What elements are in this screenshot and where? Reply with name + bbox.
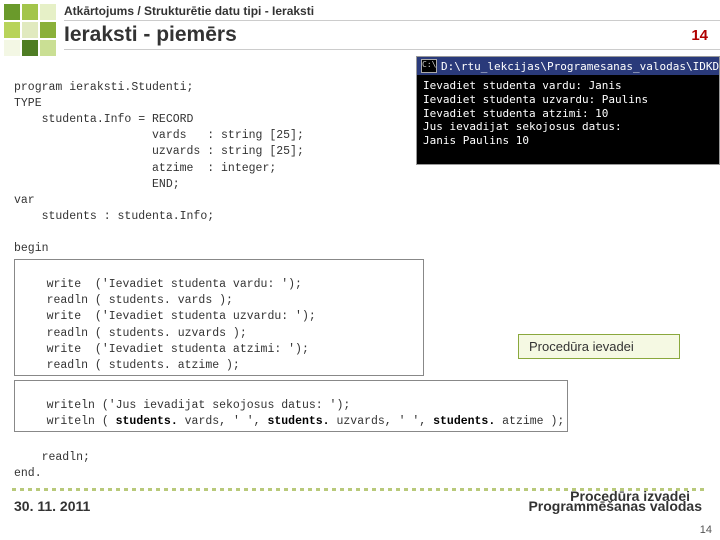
code-line: students : studenta.Info; bbox=[14, 210, 214, 223]
code-line: readln; bbox=[14, 451, 90, 464]
code-line: readln ( students. vards ); bbox=[19, 294, 233, 307]
code-line: uzvards : string [25]; bbox=[14, 145, 304, 158]
code-line: END; bbox=[14, 178, 180, 191]
code-line: readln ( students. uzvards ); bbox=[19, 327, 247, 340]
code-line: var bbox=[14, 194, 35, 207]
code-line: program ieraksti.Studenti; bbox=[14, 81, 193, 94]
code-line: vards : string [25]; bbox=[14, 129, 304, 142]
code-line: write ('Ievadiet studenta vardu: '); bbox=[19, 278, 302, 291]
code-input-block: write ('Ievadiet studenta vardu: '); rea… bbox=[14, 259, 424, 376]
code-line: write ('Ievadiet studenta atzimi: '); bbox=[19, 343, 309, 356]
logo-grid bbox=[4, 4, 56, 56]
footer-course: Programmēšanas valodas bbox=[528, 498, 702, 514]
cmd-icon: C:\ bbox=[421, 59, 437, 73]
code-line: writeln ('Jus ievadijat sekojosus datus:… bbox=[19, 399, 350, 412]
slide-header: Atkārtojums / Strukturētie datu tipi - I… bbox=[0, 0, 720, 56]
page-title: Ieraksti - piemērs bbox=[64, 23, 237, 47]
code-line: writeln ( students. vards, ' ', students… bbox=[19, 415, 564, 428]
page-number: 14 bbox=[691, 27, 708, 44]
code-line: TYPE bbox=[14, 97, 42, 110]
breadcrumb: Atkārtojums / Strukturētie datu tipi - I… bbox=[64, 4, 720, 21]
slide-content: program ieraksti.Studenti; TYPE studenta… bbox=[0, 56, 720, 482]
code-line: readln ( students. atzime ); bbox=[19, 359, 240, 372]
code-output-block: writeln ('Jus ievadijat sekojosus datus:… bbox=[14, 380, 568, 432]
console-output: Ievadiet studenta vardu: Janis Ievadiet … bbox=[417, 75, 719, 164]
label-input-procedure: Procedūra ievadei bbox=[518, 334, 680, 359]
console-titlebar: C:\ D:\rtu_lekcijas\Programesanas_valoda… bbox=[417, 57, 719, 75]
code-line: studenta.Info = RECORD bbox=[14, 113, 193, 126]
code-line: atzime : integer; bbox=[14, 162, 276, 175]
console-title: D:\rtu_lekcijas\Programesanas_valodas\ID… bbox=[441, 60, 719, 73]
code-line: end. bbox=[14, 467, 42, 480]
code-line: begin bbox=[14, 242, 49, 255]
footer-date: 30. 11. 2011 bbox=[14, 498, 90, 514]
code-end: readln; end. bbox=[14, 434, 708, 482]
separator-line bbox=[12, 488, 708, 491]
code-line: write ('Ievadiet studenta uzvardu: '); bbox=[19, 310, 316, 323]
console-window: C:\ D:\rtu_lekcijas\Programesanas_valoda… bbox=[416, 56, 720, 165]
corner-page-number: 14 bbox=[700, 524, 712, 536]
